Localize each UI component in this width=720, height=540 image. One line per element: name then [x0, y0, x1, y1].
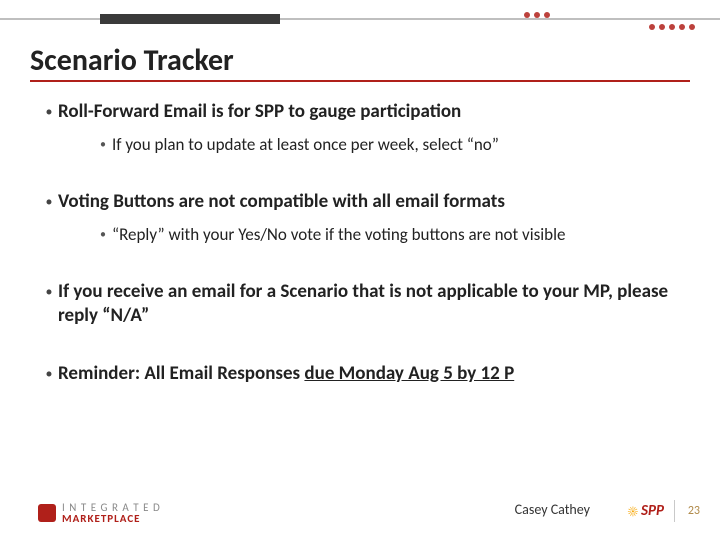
circles-icon [524, 12, 550, 18]
spp-logo: ☀ SPP [628, 502, 664, 520]
bullet-4: • Reminder: All Email Responses due Mond… [40, 362, 680, 386]
bullet-dot-icon: • [40, 362, 58, 386]
sun-icon: ☀ [628, 503, 638, 520]
spp-text: SPP [641, 502, 664, 520]
logo-line2: MARKETPLACE [62, 513, 161, 524]
bullet-4-underline: due Monday Aug 5 by 12 P [304, 362, 514, 385]
bullet-dot-icon: • [94, 134, 112, 156]
footer: I N T E G R A T E D MARKETPLACE Casey Ca… [0, 492, 720, 528]
circles-icon [649, 24, 695, 30]
footer-divider [674, 500, 675, 522]
bullet-dot-icon: • [40, 100, 58, 124]
bullet-3-text: If you receive an email for a Scenario t… [58, 280, 680, 328]
slide: Scenario Tracker • Roll-Forward Email is… [0, 0, 720, 540]
bullet-2: • Voting Buttons are not compatible with… [40, 190, 680, 214]
bullet-4-text: Reminder: All Email Responses due Monday… [58, 362, 680, 386]
integrated-marketplace-logo: I N T E G R A T E D MARKETPLACE [38, 502, 161, 524]
top-dark-segment [100, 14, 280, 24]
bullet-dot-icon: • [40, 190, 58, 214]
page-number: 23 [688, 504, 700, 518]
bullet-3: • If you receive an email for a Scenario… [40, 280, 680, 328]
logo-text: I N T E G R A T E D MARKETPLACE [62, 502, 161, 524]
slide-title: Scenario Tracker [30, 42, 234, 79]
presenter-name: Casey Cathey [515, 501, 590, 518]
bullet-1: • Roll-Forward Email is for SPP to gauge… [40, 100, 680, 124]
bullet-dot-icon: • [40, 280, 58, 304]
bullet-4-pre: Reminder: All Email Responses [58, 362, 304, 385]
content-area: • Roll-Forward Email is for SPP to gauge… [0, 94, 720, 480]
top-decor [0, 0, 720, 28]
bullet-1-sub-text: If you plan to update at least once per … [112, 134, 680, 155]
bullet-1-text: Roll-Forward Email is for SPP to gauge p… [58, 100, 680, 124]
bullet-dot-icon: • [94, 224, 112, 246]
gear-icon [38, 504, 56, 522]
bullet-2-text: Voting Buttons are not compatible with a… [58, 190, 680, 214]
bullet-2-sub-text: “Reply” with your Yes/No vote if the vot… [112, 224, 680, 245]
bullet-1-sub: • If you plan to update at least once pe… [94, 134, 680, 156]
title-underline [30, 80, 690, 82]
bullet-2-sub: • “Reply” with your Yes/No vote if the v… [94, 224, 680, 246]
